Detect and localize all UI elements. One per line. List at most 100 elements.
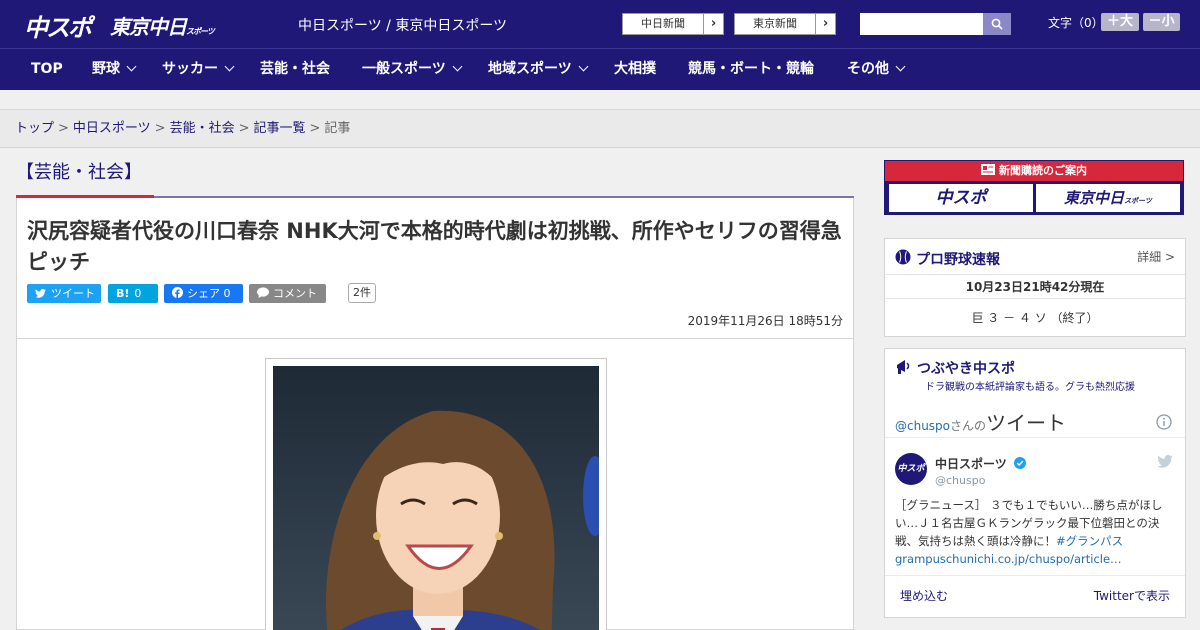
tweets-heading[interactable]: @chuspoさんのツイート — [895, 407, 1066, 436]
embed-link[interactable]: 埋め込む — [900, 587, 948, 604]
nav-sumo[interactable]: 大相撲 — [614, 49, 656, 91]
baseball-details-link[interactable]: 詳細 > — [1137, 248, 1175, 265]
search-input[interactable] — [860, 13, 983, 35]
view-on-twitter-link[interactable]: Twitterで表示 — [1094, 587, 1170, 604]
chevron-down-icon — [452, 61, 463, 72]
article-photo-frame — [265, 358, 607, 630]
baseball-widget-header: プロ野球速報 詳細 > — [885, 239, 1185, 275]
verified-badge-icon — [1013, 457, 1026, 469]
tweet-link[interactable]: grampuschunichi.co.jp/chuspo/article… — [895, 552, 1122, 566]
subscribe-tokyo-chunichi-suffix: スポーツ — [1124, 197, 1152, 205]
breadcrumb-entertainment[interactable]: 芸能・社会 — [170, 121, 235, 136]
article-datetime: 2019年11月26日 18時51分 — [687, 314, 843, 328]
tweets-heading-particle: さんの — [950, 419, 987, 433]
nav-other-label: その他 — [847, 61, 889, 77]
nav-entertainment-label: 芸能・社会 — [260, 61, 330, 77]
megaphone-icon — [897, 360, 910, 374]
search-button[interactable] — [983, 13, 1011, 35]
tokyo-shimbun-label: 東京新聞 — [753, 17, 797, 30]
font-bigger-button[interactable]: ＋大 — [1101, 13, 1139, 31]
breadcrumb-top[interactable]: トップ — [15, 121, 54, 136]
tweet-account-handle[interactable]: @chuspo — [935, 474, 985, 487]
nav-other[interactable]: その他 — [847, 49, 906, 91]
font-size-label: 文字（0） — [1048, 16, 1104, 30]
facebook-share-label: シェア 0 — [187, 287, 231, 300]
article-divider — [17, 338, 853, 339]
subscription-banner-title: 新聞購読のご案内 — [885, 161, 1183, 181]
twitter-widget: つぶやき中スポ ドラ観戦の本紙評論家も語る。グラも熱烈応援 @chuspoさんの… — [884, 348, 1186, 618]
nav-racing[interactable]: 競馬・ボート・競輪 — [688, 49, 814, 91]
info-icon[interactable] — [1156, 414, 1172, 430]
portrait-illustration — [273, 366, 599, 630]
subscription-banner[interactable]: 新聞購読のご案内 中スポ 東京中日スポーツ — [884, 160, 1184, 215]
site-names: 中日スポーツ / 東京中日スポーツ — [298, 18, 508, 34]
tokyo-chunichi-logo[interactable]: 東京中日スポーツ — [110, 11, 215, 40]
tweet-hashtag[interactable]: #グランパス — [1056, 534, 1123, 548]
tweet-account-name[interactable]: 中日スポーツ — [935, 455, 1026, 472]
article-headline: 沢尻容疑者代役の川口春奈 NHK大河で本格的時代劇は初挑戦、所作やセリフの習得急… — [27, 219, 842, 274]
baseball-timestamp: 10月23日21時42分現在 — [885, 275, 1185, 299]
font-smaller-button[interactable]: －小 — [1143, 13, 1180, 31]
nav-sumo-label: 大相撲 — [614, 61, 656, 77]
baseball-score[interactable]: 巨 ３ － ４ ソ （終了） — [885, 301, 1185, 335]
nav-top-label: TOP — [31, 61, 63, 77]
twitter-bird-icon — [35, 288, 46, 298]
nav-racing-label: 競馬・ボート・競輪 — [688, 61, 814, 77]
tweet-label: ツイート — [51, 287, 95, 300]
comment-count[interactable]: 2件 — [348, 283, 376, 303]
baseball-icon — [895, 249, 911, 265]
nav-baseball[interactable]: 野球 — [92, 49, 137, 91]
breadcrumb-current: 記事 — [324, 121, 351, 136]
newspaper-icon — [981, 164, 995, 175]
avatar[interactable]: 中スポ — [895, 453, 927, 485]
tweets-divider — [885, 437, 1185, 438]
nav-entertainment[interactable]: 芸能・社会 — [260, 49, 330, 91]
nav-top[interactable]: TOP — [31, 49, 63, 91]
tweets-footer-divider — [885, 575, 1185, 576]
chunichi-shimbun-link[interactable]: 中日新聞 › — [622, 13, 724, 35]
twitter-widget-subtitle: ドラ観戦の本紙評論家も語る。グラも熱烈応援 — [925, 382, 1135, 393]
speech-bubble-icon — [257, 287, 269, 298]
tweet-button[interactable]: ツイート — [27, 284, 101, 303]
article-photo[interactable] — [273, 366, 599, 630]
facebook-share-button[interactable]: シェア 0 — [164, 284, 243, 303]
nav-local-sports[interactable]: 地域スポーツ — [488, 49, 589, 91]
chevron-down-icon — [578, 61, 589, 72]
tweets-heading-word: ツイート — [986, 411, 1067, 435]
hatena-bookmark-icon: B! — [116, 287, 130, 300]
hatena-bookmark-button[interactable]: B! 0 — [108, 284, 158, 303]
baseball-score-widget: プロ野球速報 詳細 > 10月23日21時42分現在 巨 ３ － ４ ソ （終了… — [884, 238, 1186, 337]
tweet-body[interactable]: ［グラニュース］ ３でも１でもいい…勝ち点がほしい…Ｊ１名古屋ＧＫランゲラック最… — [895, 496, 1177, 568]
section-title: 【芸能・社会】 — [16, 162, 142, 183]
breadcrumb-separator: > — [309, 121, 321, 136]
subscription-banner-label: 新聞購読のご案内 — [999, 164, 1087, 177]
nav-baseball-label: 野球 — [92, 61, 120, 77]
breadcrumb: トップ > 中日スポーツ > 芸能・社会 > 記事一覧 > 記事 — [0, 110, 1200, 148]
nav-soccer[interactable]: サッカー — [162, 49, 235, 91]
chevron-down-icon — [895, 61, 906, 72]
twitter-bird-icon[interactable] — [1157, 455, 1173, 468]
nav-local-sports-label: 地域スポーツ — [488, 61, 572, 77]
nav-general-sports-label: 一般スポーツ — [362, 61, 446, 77]
tokyo-chunichi-logo-suffix: スポーツ — [186, 27, 215, 36]
subscribe-tokyo-chunichi-label: 東京中日 — [1064, 189, 1125, 207]
breadcrumb-chunichi-sports[interactable]: 中日スポーツ — [73, 121, 151, 136]
twitter-widget-title: つぶやき中スポ — [917, 361, 1015, 377]
chuspo-logo[interactable]: 中スポ — [24, 8, 92, 43]
facebook-icon — [172, 287, 183, 298]
nav-general-sports[interactable]: 一般スポーツ — [362, 49, 463, 91]
tokyo-chunichi-logo-text: 東京中日 — [110, 15, 187, 39]
breadcrumb-separator: > — [238, 121, 250, 136]
tweet-account-name-label: 中日スポーツ — [935, 457, 1007, 471]
comment-button[interactable]: コメント — [249, 284, 326, 303]
chevron-down-icon — [126, 61, 137, 72]
spacer-band — [0, 90, 1200, 110]
nav-soccer-label: サッカー — [162, 61, 218, 77]
tweets-heading-handle: @chuspo — [895, 419, 951, 433]
tokyo-shimbun-link[interactable]: 東京新聞 › — [734, 13, 836, 35]
breadcrumb-separator: > — [58, 121, 69, 136]
subscribe-tokyo-chunichi-button[interactable]: 東京中日スポーツ — [1036, 184, 1180, 212]
breadcrumb-article-list[interactable]: 記事一覧 — [254, 121, 306, 136]
subscribe-chuspo-button[interactable]: 中スポ — [889, 184, 1033, 212]
breadcrumb-separator: > — [154, 121, 166, 136]
